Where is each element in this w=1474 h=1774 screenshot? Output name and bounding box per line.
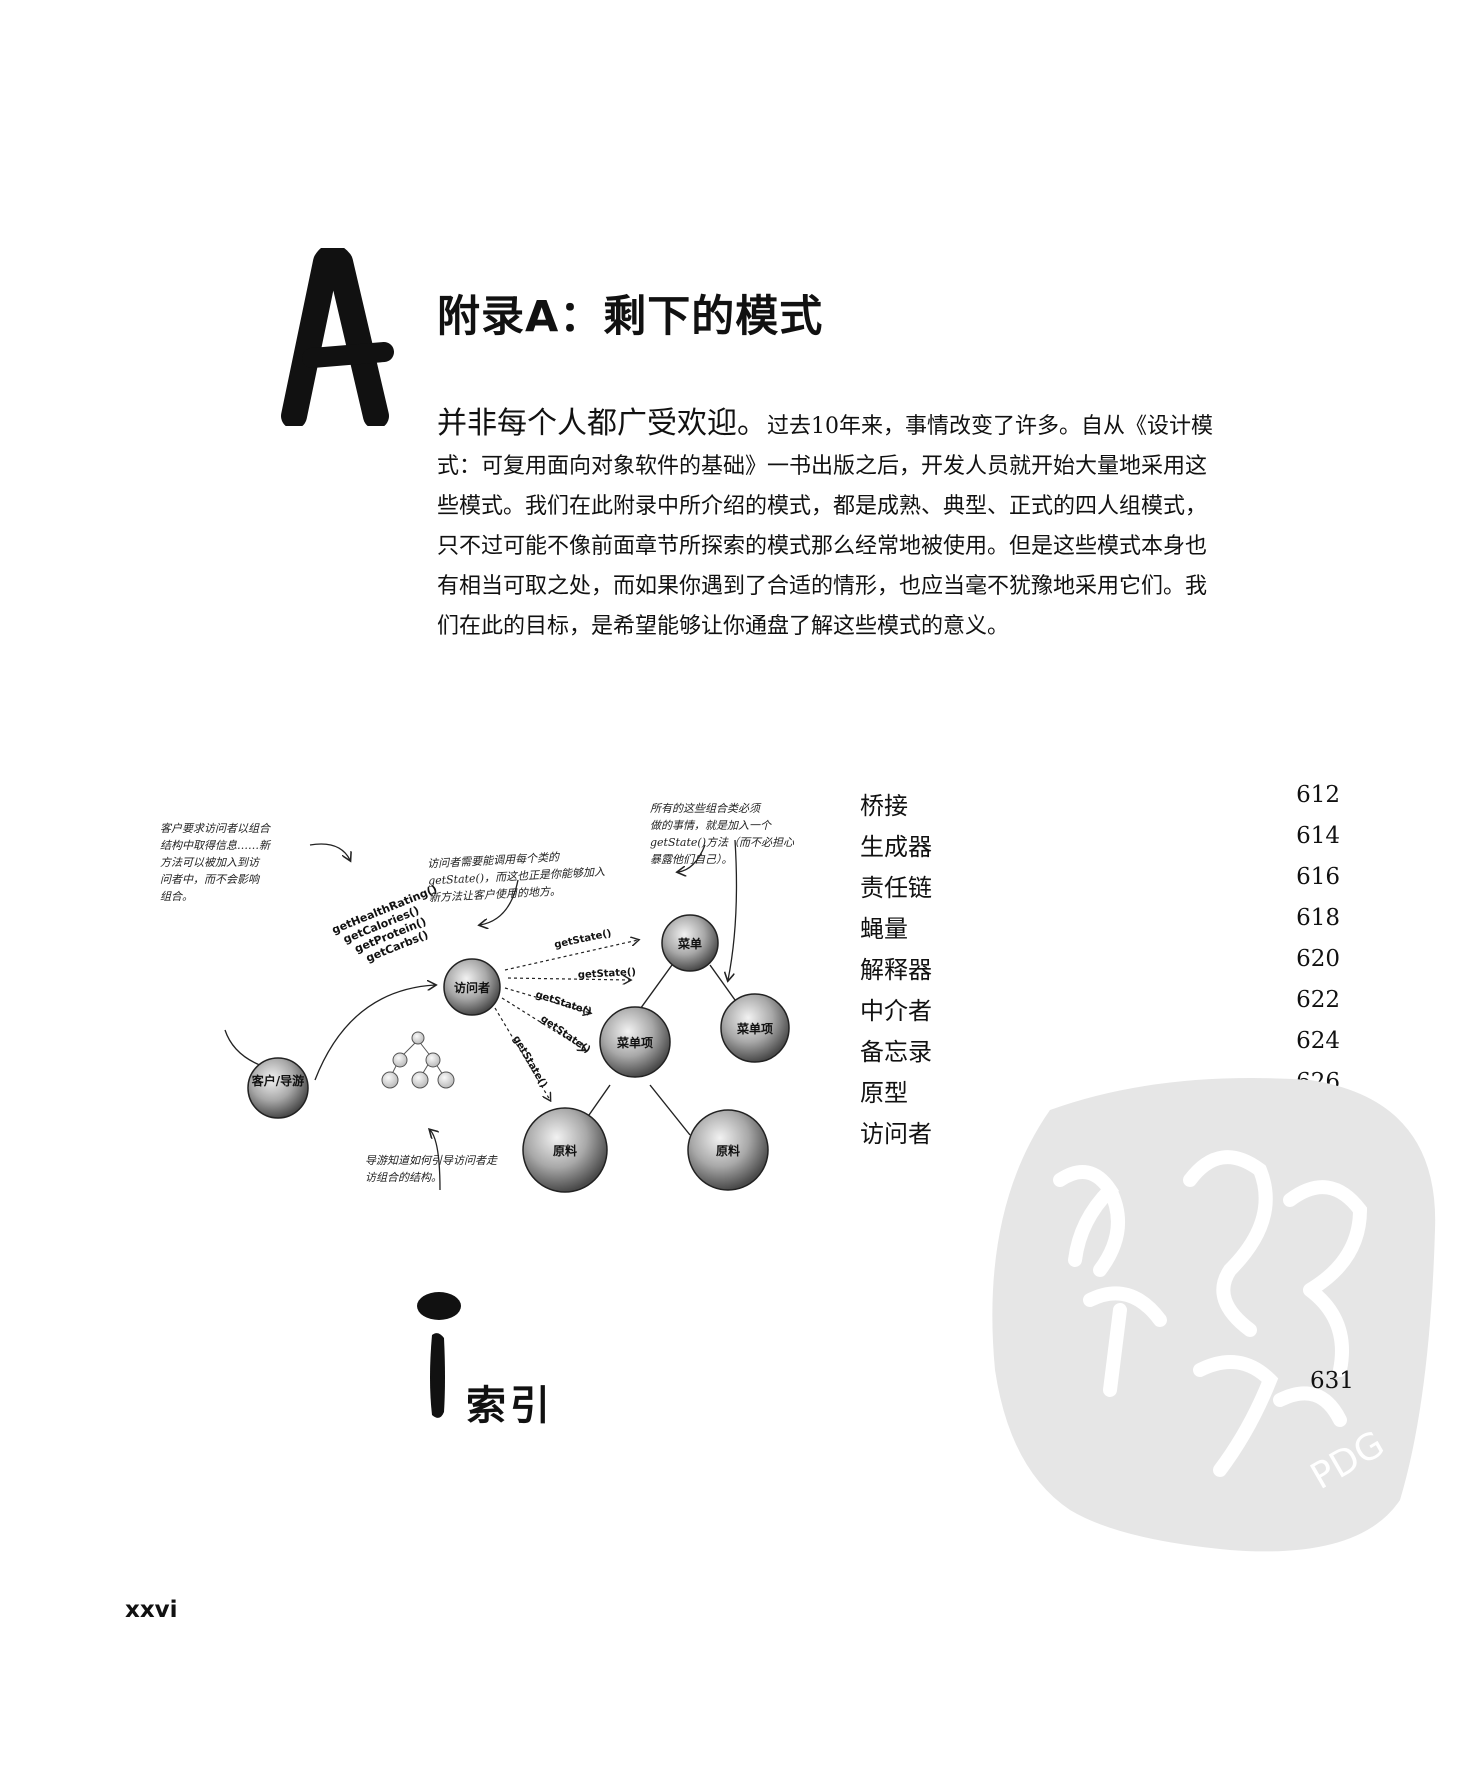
toc-row[interactable]: 备忘录 624 [860,1028,1340,1073]
chapter-title: 附录A：剩下的模式 [437,292,824,342]
toc-row[interactable]: 责任链 616 [860,864,1340,909]
node-menu-item-label: 菜单项 [736,1021,773,1036]
note-composite: 所有的这些组合类必须 做的事情，就是加入一个 getState()方法（而不必担… [650,802,794,866]
toc-row[interactable]: 桥接 612 [860,782,1340,827]
note-guide: 导游知道如何引导访问者走 访组合的结构。 [365,1154,497,1184]
toc-row[interactable]: 生成器 614 [860,823,1340,868]
intro-lead: 并非每个人都广受欢迎。 [437,406,767,441]
chapter-letter-a [272,244,398,429]
index-title: 索引 [466,1383,554,1429]
toc-row[interactable]: 解释器 620 [860,946,1340,991]
intro-line: 有相当可取之处，而如果你遇到了合适的情形，也应当毫不犹豫地采用它们。我 [437,574,1208,599]
intro-line: 些模式。我们在此附录中所介绍的模式，都是成熟、典型、正式的四人组模式， [437,494,1208,519]
note-client: 客户要求访问者以组合 结构中取得信息……新 方法可以被加入到访 问者中，而不会影… [160,822,270,903]
node-visitor-label: 访问者 [454,980,490,995]
intro-line: 只不过可能不像前面章节所探索的模式那么经常地被使用。但是这些模式本身也 [437,534,1208,559]
visitor-diagram: 客户/导游 访问者 菜单 菜单项 菜单项 原料 原料 getHealthRati… [150,780,850,1220]
node-menu-label: 菜单 [677,936,702,951]
intro-line: 并非每个人都广受欢迎。过去10年来，事情改变了许多。自从《设计模 [437,406,1213,441]
get-state-label: getState() [534,989,593,1017]
index-page-number: 631 [1310,1368,1354,1394]
watermark-seal: PDG [980,1070,1450,1570]
page-number: xxvi [125,1597,178,1623]
node-ingredient-label: 原料 [716,1143,740,1158]
node-client-label: 客户/导游 [251,1073,304,1088]
get-state-label: getState() [510,1034,549,1090]
toc-row[interactable]: 蝇量 618 [860,905,1340,950]
toc-row[interactable]: 中介者 622 [860,987,1340,1032]
chapter-intro: 并非每个人都广受欢迎。过去10年来，事情改变了许多。自从《设计模 式：可复用面向… [437,404,1297,647]
intro-line: 们在此的目标，是希望能够让你通盘了解这些模式的意义。 [437,614,1010,639]
intro-line: 式：可复用面向对象软件的基础》一书出版之后，开发人员就开始大量地采用这 [437,454,1208,479]
node-menu-item-label: 菜单项 [616,1035,653,1050]
get-state-label: getState() [553,928,612,951]
get-state-label: getState() [538,1013,592,1055]
get-state-label: getState() [578,967,637,981]
index-letter-i [414,1290,464,1425]
